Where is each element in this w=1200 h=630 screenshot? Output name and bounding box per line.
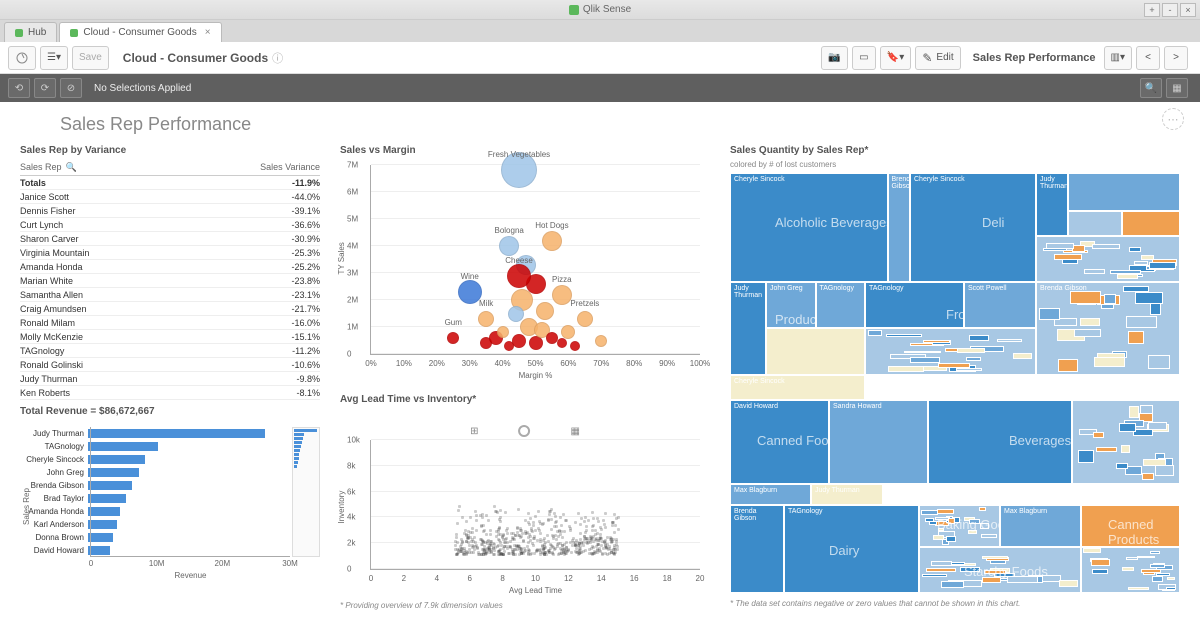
- table-row[interactable]: Samantha Allen-23.1%: [20, 288, 320, 302]
- snapshot-button[interactable]: 📷: [821, 46, 847, 70]
- table-row[interactable]: Ronald Milam-16.0%: [20, 316, 320, 330]
- next-sheet-button[interactable]: >: [1164, 46, 1188, 70]
- table-row[interactable]: Dennis Fisher-39.1%: [20, 204, 320, 218]
- window-minimize-button[interactable]: -: [1162, 3, 1178, 17]
- search-button[interactable]: 🔍: [1140, 78, 1162, 98]
- table-row[interactable]: Ronald Golinski-10.6%: [20, 358, 320, 372]
- table-row[interactable]: Ken Roberts-8.1%: [20, 386, 320, 400]
- revenue-bar-chart[interactable]: Sales Rep Judy ThurmanTAGnologyCheryle S…: [20, 427, 320, 577]
- table-row[interactable]: Virginia Mountain-25.3%: [20, 246, 320, 260]
- save-button[interactable]: Save: [72, 46, 109, 70]
- sales-margin-scatter[interactable]: Margin % 01M2M3M4M5M6M7M0%10%20%30%40%50…: [340, 160, 710, 380]
- variance-table-title: Sales Rep by Variance: [20, 145, 320, 156]
- app-title: Qlik Sense: [583, 4, 631, 15]
- minichart[interactable]: [292, 427, 320, 557]
- prev-sheet-button[interactable]: <: [1136, 46, 1160, 70]
- density-title: Avg Lead Time vs Inventory*: [340, 394, 710, 405]
- grid-icon[interactable]: ⊞: [470, 426, 478, 437]
- sheet-list-button[interactable]: ▥▾: [1104, 46, 1132, 70]
- menu-button[interactable]: ☰▾: [40, 46, 68, 70]
- selections-tool-button[interactable]: ▦: [1166, 78, 1188, 98]
- table-row[interactable]: Janice Scott-44.0%: [20, 190, 320, 204]
- table-row[interactable]: Judy Thurman-9.8%: [20, 372, 320, 386]
- window-maximize-button[interactable]: +: [1144, 3, 1160, 17]
- pencil-icon: ✎: [922, 51, 932, 65]
- global-nav-button[interactable]: [8, 46, 36, 70]
- insights-button[interactable]: ⋯: [1162, 108, 1184, 130]
- selection-status: No Selections Applied: [94, 83, 191, 94]
- table-row[interactable]: Curt Lynch-36.6%: [20, 218, 320, 232]
- density-footnote: * Providing overview of 7.9k dimension v…: [340, 601, 710, 610]
- treemap-subtitle: colored by # of lost customers: [730, 160, 1180, 169]
- slider-knob[interactable]: [518, 425, 530, 437]
- table-row[interactable]: TAGnology-11.2%: [20, 344, 320, 358]
- sheet-canvas: ⋯ Sales Rep Performance Sales Rep by Var…: [0, 102, 1200, 630]
- variance-table[interactable]: Sales Rep🔍 Sales Variance Totals-11.9% J…: [20, 160, 320, 400]
- clear-selections-button[interactable]: ⊘: [60, 78, 82, 98]
- treemap-footnote: * The data set contains negative or zero…: [730, 599, 1180, 608]
- app-toolbar: ☰▾ Save Cloud - Consumer Goods ⓘ 📷 ▭ 🔖▾ …: [0, 42, 1200, 74]
- browser-tabbar: Hub Cloud - Consumer Goods×: [0, 20, 1200, 42]
- window-titlebar: Qlik Sense + - ×: [0, 0, 1200, 20]
- search-icon[interactable]: 🔍: [66, 162, 77, 172]
- close-icon[interactable]: ×: [205, 27, 211, 38]
- present-button[interactable]: ▭: [852, 46, 876, 70]
- table-row[interactable]: Sharon Carver-30.9%: [20, 232, 320, 246]
- sales-qty-treemap[interactable]: Cheryle SincockAlcoholic BeveragesBrenda…: [730, 173, 1180, 593]
- tab-hub[interactable]: Hub: [4, 22, 57, 42]
- app-breadcrumb: Cloud - Consumer Goods: [123, 51, 268, 65]
- table-row[interactable]: Craig Amundsen-21.7%: [20, 302, 320, 316]
- bookmark-button[interactable]: 🔖▾: [880, 46, 911, 70]
- edit-button[interactable]: ✎Edit: [915, 46, 960, 70]
- treemap-title: Sales Quantity by Sales Rep*: [730, 145, 1180, 156]
- table-row[interactable]: Amanda Honda-25.2%: [20, 260, 320, 274]
- window-close-button[interactable]: ×: [1180, 3, 1196, 17]
- tab-cloud-consumer-goods[interactable]: Cloud - Consumer Goods×: [59, 22, 221, 42]
- sheet-name[interactable]: Sales Rep Performance: [973, 52, 1096, 64]
- leadtime-inventory-chart[interactable]: ⊞▦ Avg Lead Time 02k4k6k8k10k02468101214…: [340, 425, 710, 595]
- page-title: Sales Rep Performance: [60, 114, 1180, 135]
- total-revenue-label: Total Revenue = $86,672,667: [20, 406, 320, 417]
- selection-bar: ⟲ ⟳ ⊘ No Selections Applied 🔍 ▦: [0, 74, 1200, 102]
- grid2-icon[interactable]: ▦: [570, 426, 579, 437]
- info-icon[interactable]: ⓘ: [272, 50, 283, 66]
- table-row[interactable]: Marian White-23.8%: [20, 274, 320, 288]
- step-back-button[interactable]: ⟲: [8, 78, 30, 98]
- table-row[interactable]: Molly McKenzie-15.1%: [20, 330, 320, 344]
- step-forward-button[interactable]: ⟳: [34, 78, 56, 98]
- app-icon: [569, 5, 579, 15]
